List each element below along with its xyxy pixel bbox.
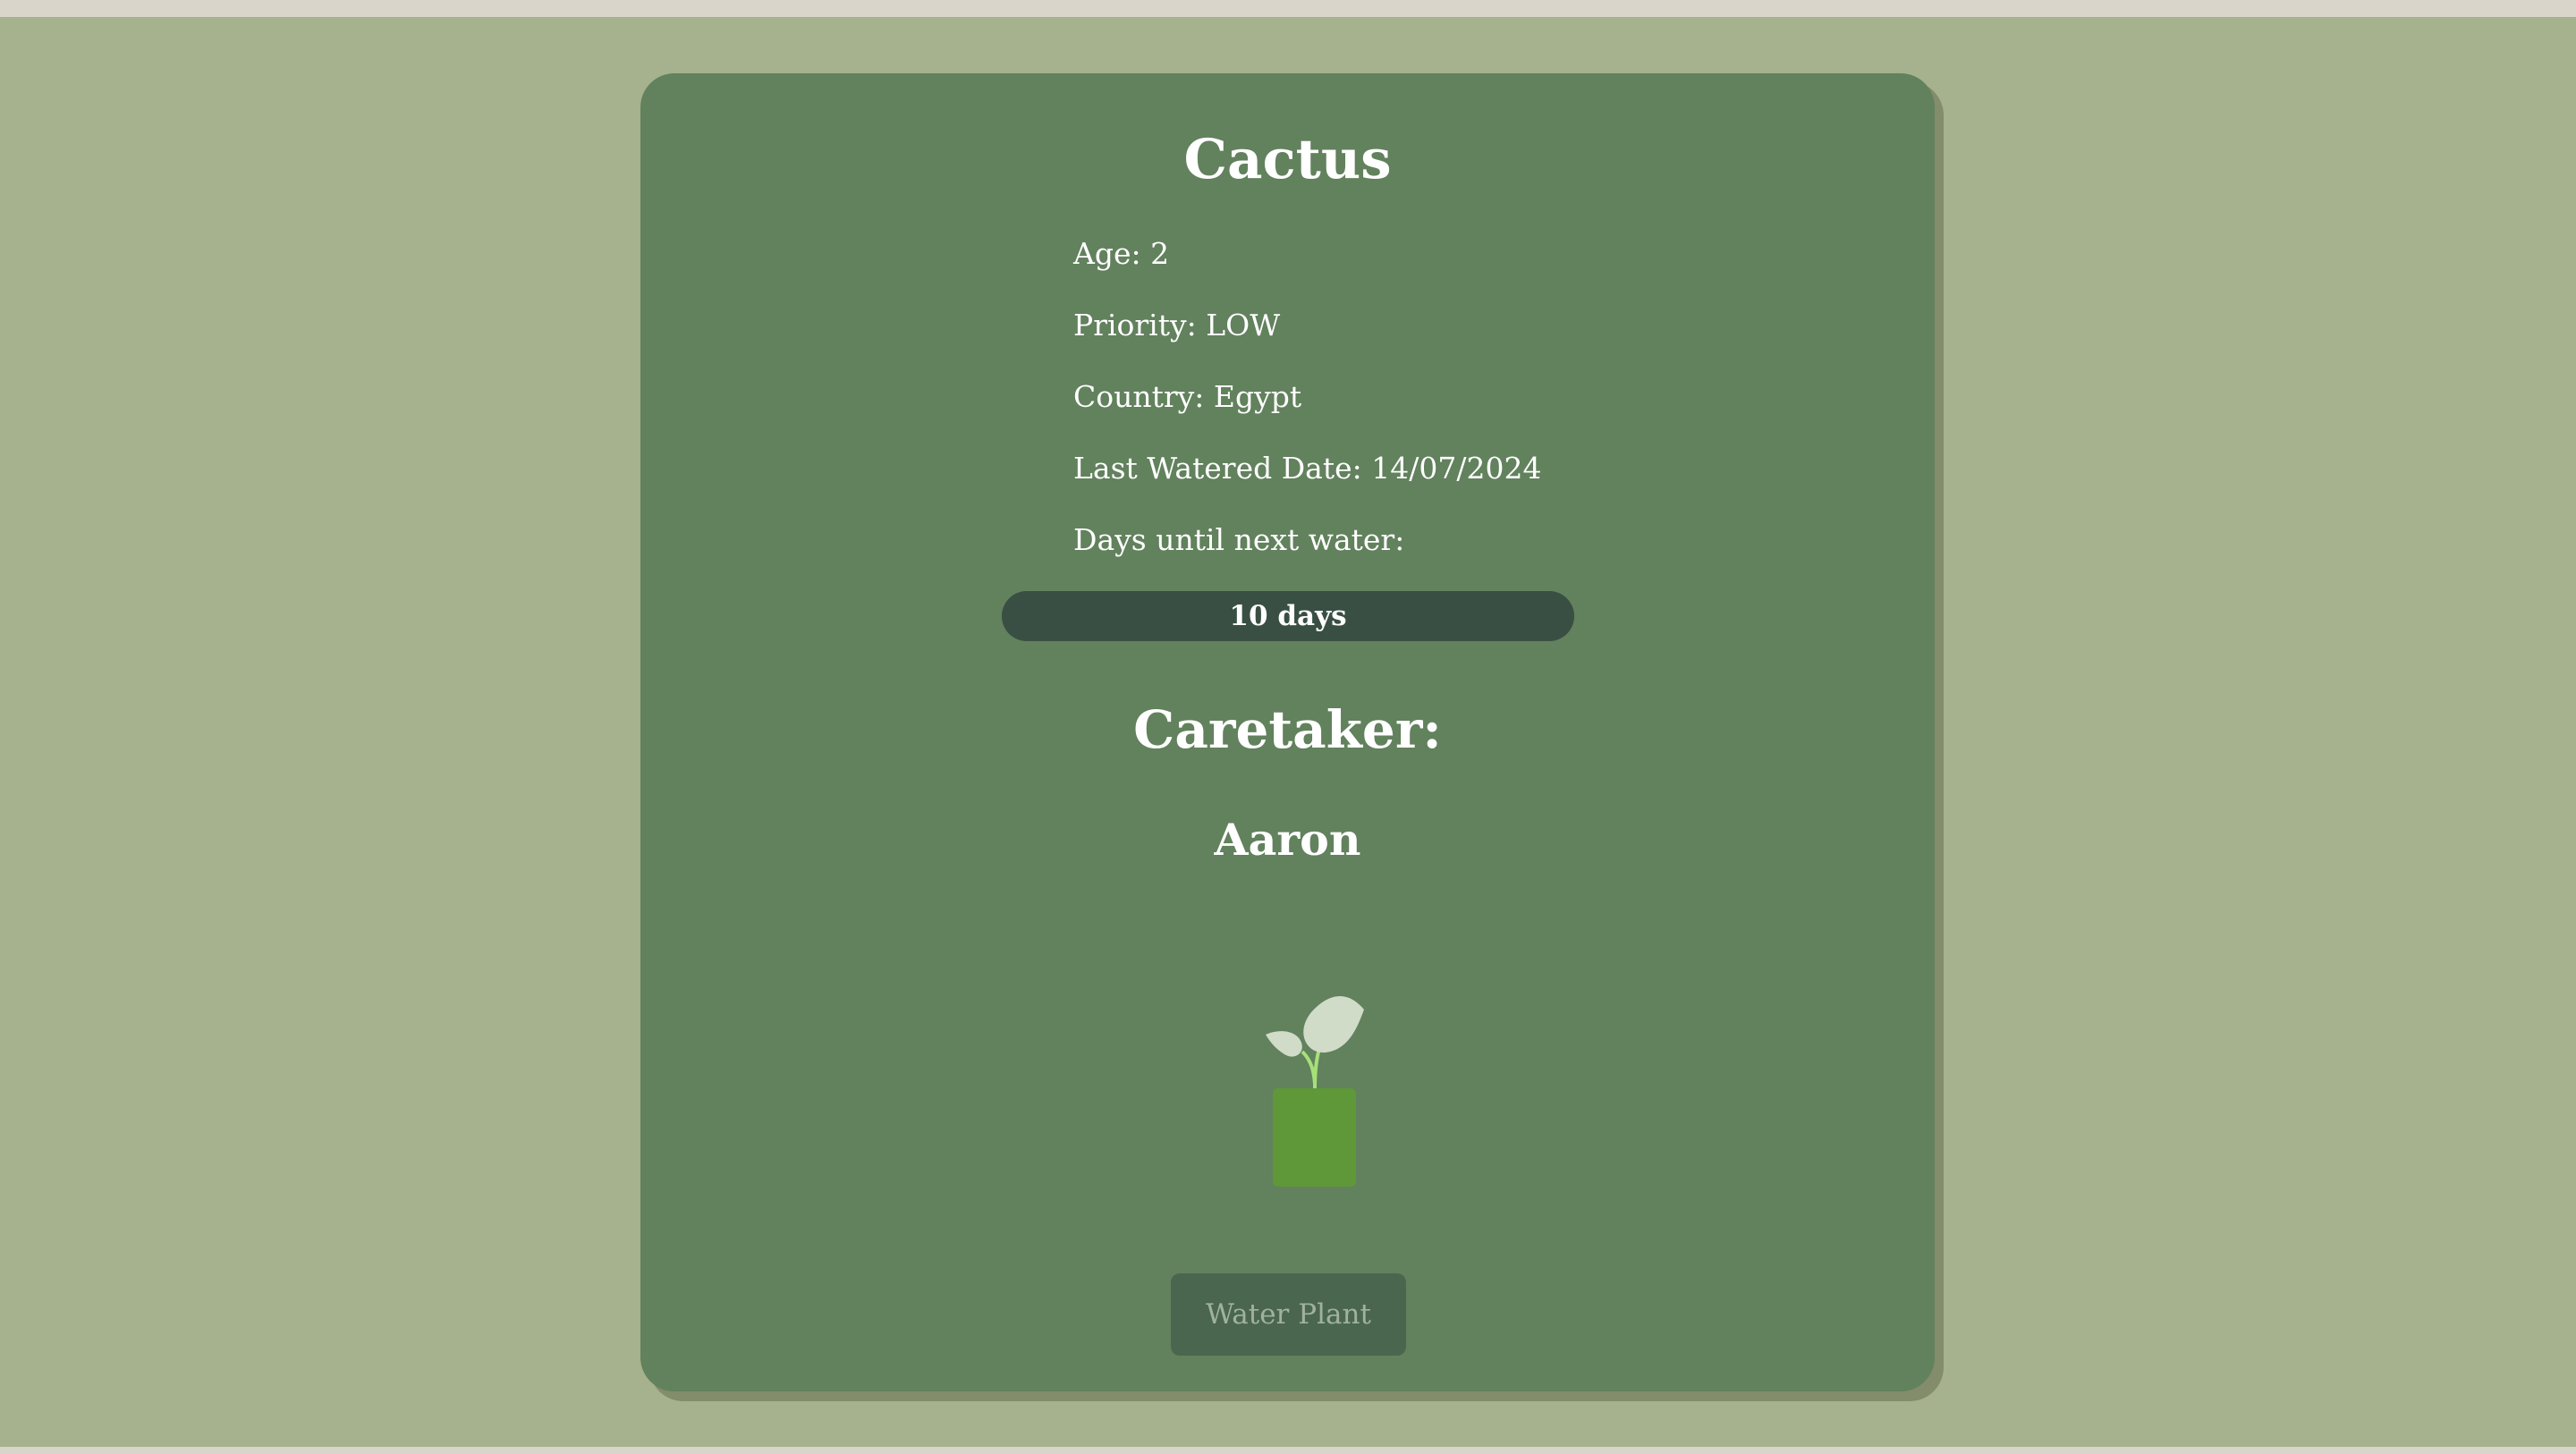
caretaker-heading: Caretaker:: [1133, 699, 1442, 760]
water-plant-button[interactable]: Water Plant: [1171, 1273, 1406, 1356]
browser-top-strip: [0, 0, 2576, 17]
plant-small-leaf: [1266, 1031, 1302, 1057]
browser-bottom-strip: [0, 1447, 2576, 1454]
plant-country: Country: Egypt: [1073, 379, 1302, 414]
caretaker-name: Aaron: [1214, 814, 1361, 866]
days-until-water-value: 10 days: [1229, 600, 1347, 632]
days-until-water-label: Days until next water:: [1073, 522, 1405, 557]
plant-card: Cactus Age: 2 Priority: LOW Country: Egy…: [640, 73, 1935, 1391]
plant-priority: Priority: LOW: [1073, 308, 1281, 342]
plant-stem-branch: [1301, 1050, 1317, 1085]
plant-pot: [1273, 1088, 1356, 1187]
last-watered-date: Last Watered Date: 14/07/2024: [1073, 451, 1542, 486]
plant-age: Age: 2: [1073, 236, 1170, 271]
plant-name-title: Cactus: [1183, 128, 1392, 191]
days-until-water-bar: 10 days: [1002, 591, 1574, 641]
seedling-in-pot-icon: [1266, 996, 1364, 1187]
plant-large-leaf: [1303, 996, 1364, 1053]
